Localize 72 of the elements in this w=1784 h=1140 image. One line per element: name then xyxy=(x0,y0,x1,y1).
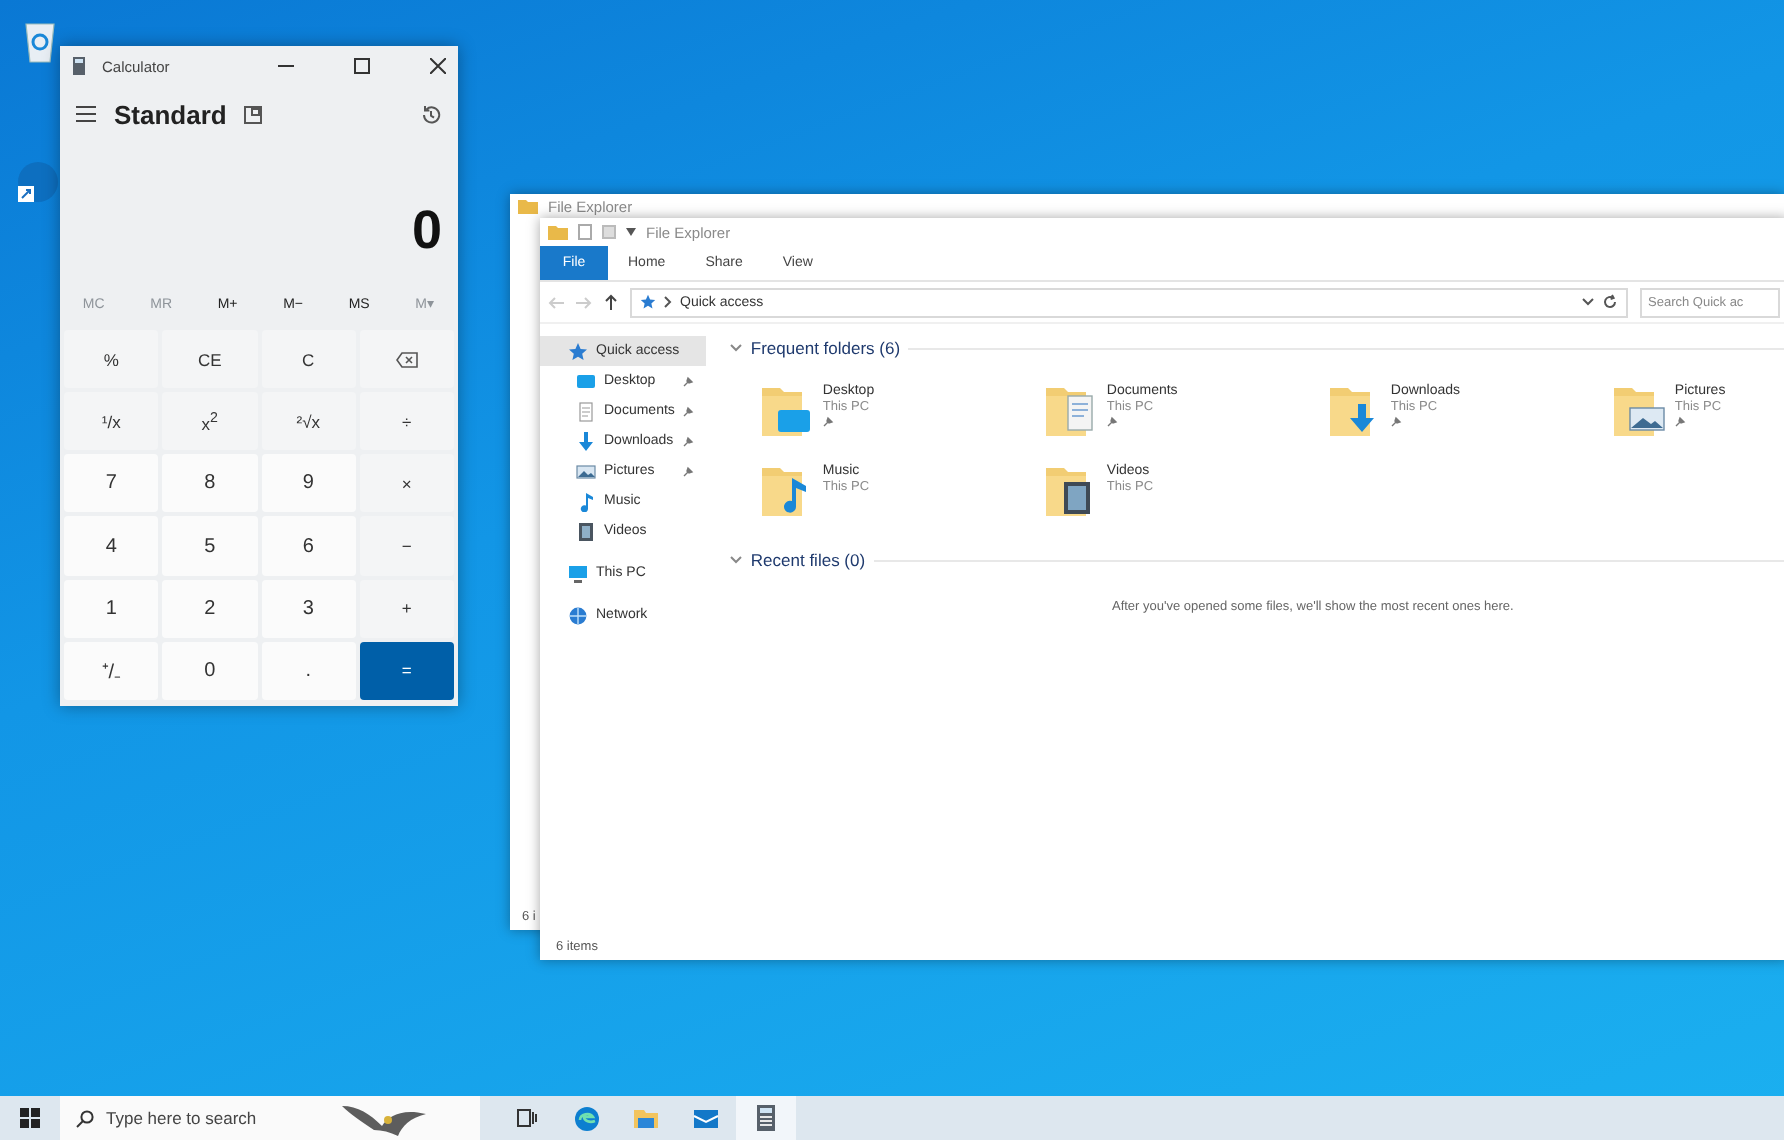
caret-icon xyxy=(626,228,636,236)
group-heading: Frequent folders (6) xyxy=(750,338,901,358)
operator-key[interactable]: ¹/x xyxy=(64,392,159,451)
calculator-icon xyxy=(72,56,86,76)
pin-icon xyxy=(1674,416,1687,428)
pin-icon xyxy=(822,416,835,428)
windows-logo-icon xyxy=(20,1108,40,1128)
keep-on-top-icon[interactable] xyxy=(244,105,263,123)
group-heading: Recent files (0) xyxy=(750,550,866,570)
maximize-icon[interactable] xyxy=(354,58,370,74)
envelope-icon xyxy=(692,1107,720,1129)
operator-key[interactable]: CE xyxy=(162,330,257,389)
pin-icon xyxy=(682,435,695,447)
operator-key[interactable]: C xyxy=(261,330,356,389)
digit-key[interactable]: 9 xyxy=(261,454,356,513)
computer-icon xyxy=(568,563,588,583)
operator-key[interactable]: − xyxy=(359,516,454,576)
operator-key[interactable]: x$^{2}$ xyxy=(162,392,257,451)
equals-key[interactable]: = xyxy=(359,641,454,700)
backspace-button[interactable] xyxy=(359,330,454,389)
star-icon xyxy=(568,341,588,361)
mode-title: Standard xyxy=(114,99,227,129)
dropdown-caret-icon[interactable] xyxy=(1582,298,1594,306)
picture-icon xyxy=(576,461,596,481)
taskbar-app-button[interactable] xyxy=(736,1096,796,1140)
download-icon xyxy=(576,431,596,451)
new-folder-icon xyxy=(602,224,616,240)
history-icon[interactable] xyxy=(420,103,442,125)
menu-icon[interactable] xyxy=(76,106,96,122)
folder-icon xyxy=(632,1106,660,1130)
digit-key[interactable]: 7 xyxy=(64,454,159,513)
operator-key[interactable]: % xyxy=(64,330,159,389)
digit-key[interactable]: 0 xyxy=(162,641,257,700)
pin-icon xyxy=(1390,416,1403,428)
up-arrow-icon[interactable] xyxy=(604,294,618,310)
network-icon xyxy=(568,605,588,625)
desktop-icon xyxy=(576,371,596,391)
star-icon xyxy=(640,294,656,310)
edge-shortcut-icon[interactable] xyxy=(16,160,60,204)
backspace-icon xyxy=(395,351,418,368)
digit-key[interactable]: 5 xyxy=(162,516,257,576)
operator-key[interactable]: ²√x xyxy=(261,392,356,451)
properties-icon xyxy=(578,224,592,240)
operator-key[interactable]: ÷ xyxy=(359,392,454,451)
digit-key[interactable]: ⁺/₋ xyxy=(64,641,159,700)
operator-key[interactable]: + xyxy=(359,579,454,638)
digit-key[interactable]: 1 xyxy=(64,579,159,638)
music-note-icon xyxy=(576,491,596,511)
pin-icon xyxy=(1106,416,1119,428)
operator-key[interactable]: × xyxy=(359,454,454,513)
pin-icon xyxy=(682,405,695,417)
search-field[interactable]: Type here to search xyxy=(106,1108,326,1128)
digit-key[interactable]: 8 xyxy=(162,454,257,513)
document-icon xyxy=(576,401,596,421)
film-icon xyxy=(576,521,596,541)
digit-key[interactable]: 2 xyxy=(162,579,257,638)
collapse-chevron-icon[interactable] xyxy=(730,344,743,352)
refresh-icon[interactable] xyxy=(1602,294,1618,310)
search-icon xyxy=(76,1109,94,1127)
chevron-icon xyxy=(664,296,672,308)
digit-key[interactable]: 4 xyxy=(64,516,159,576)
digit-key[interactable]: 3 xyxy=(261,579,356,638)
close-icon[interactable] xyxy=(430,58,446,74)
digit-key[interactable]: . xyxy=(261,641,356,700)
collapse-chevron-icon[interactable] xyxy=(730,556,743,564)
edge-icon xyxy=(573,1105,599,1131)
result-display: 0 xyxy=(411,200,442,262)
digit-key[interactable]: 6 xyxy=(261,516,356,576)
pin-icon xyxy=(682,375,695,387)
task-view-icon xyxy=(515,1108,537,1128)
pin-icon xyxy=(682,465,695,477)
calculator-icon xyxy=(756,1104,776,1132)
